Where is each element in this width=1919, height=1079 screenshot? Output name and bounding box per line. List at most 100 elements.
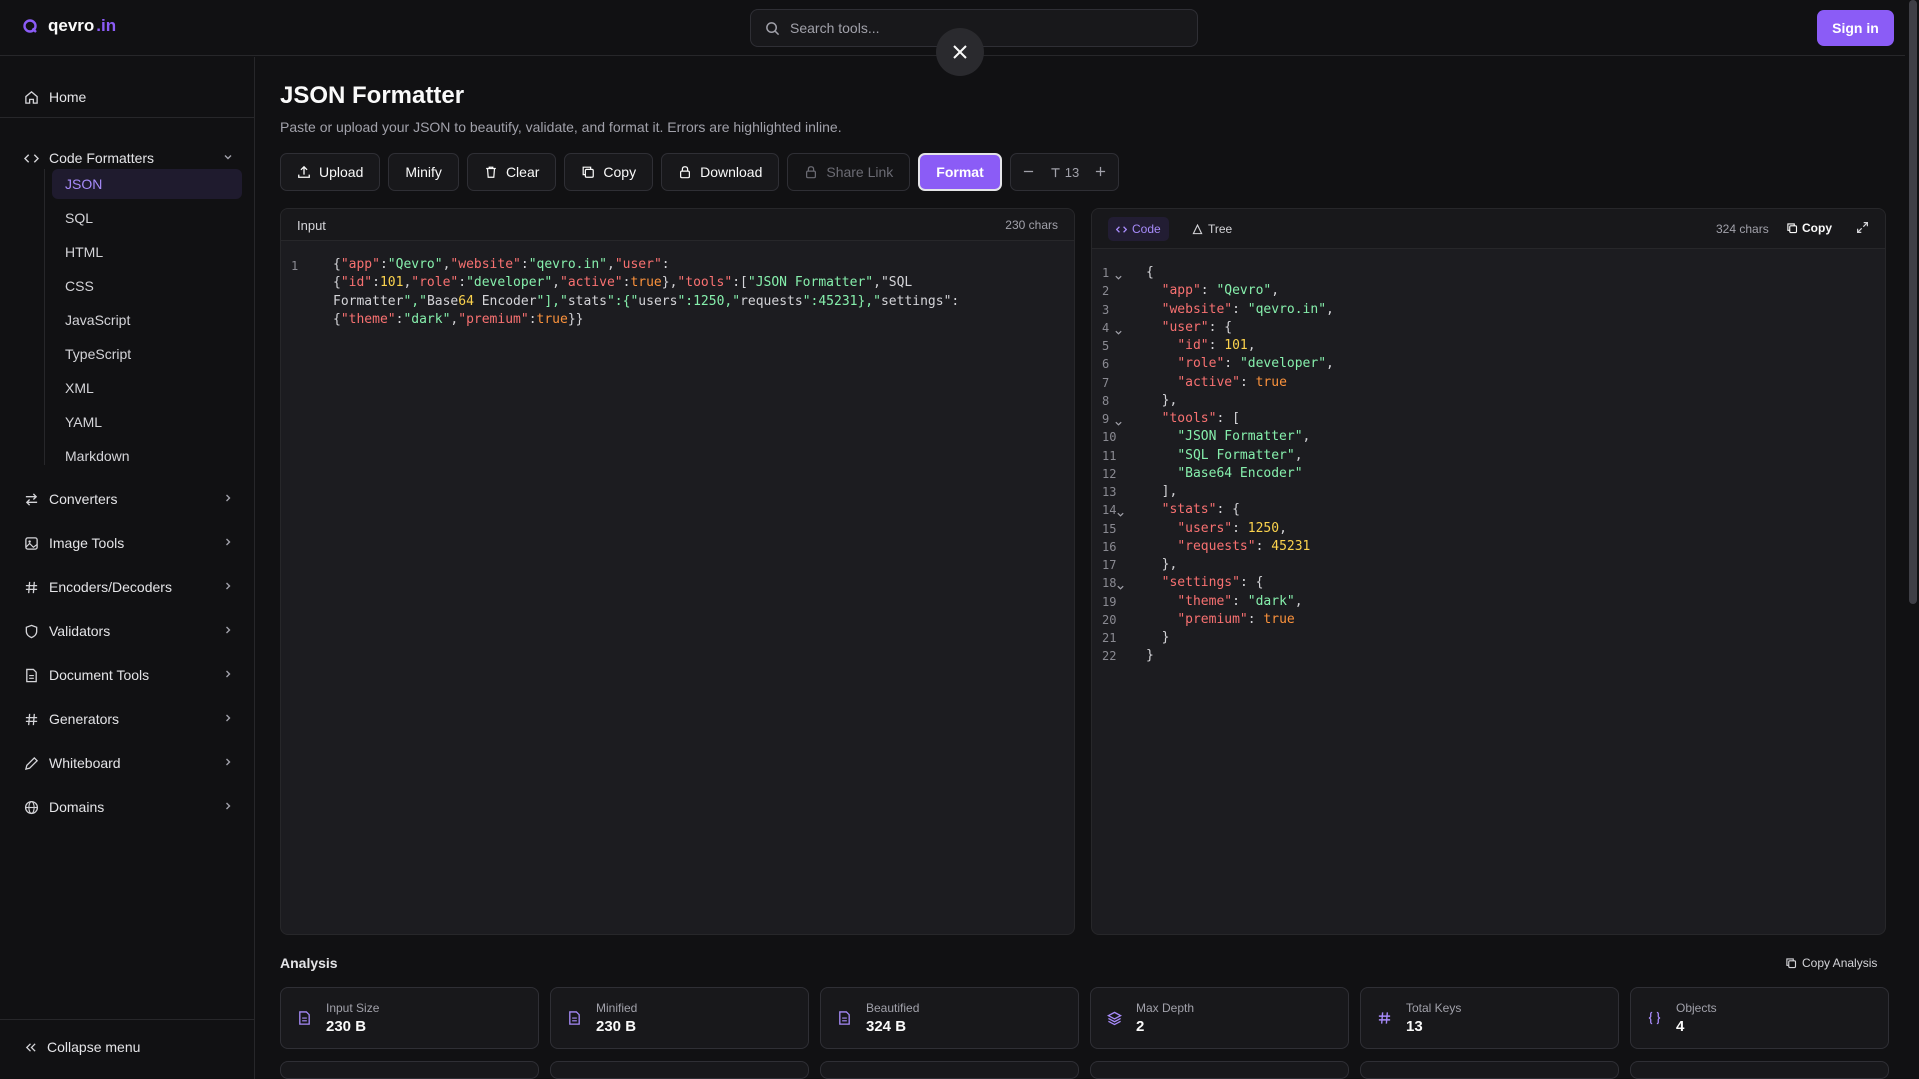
line-number: 3 — [1102, 302, 1110, 317]
line-number: 17 — [1102, 558, 1117, 572]
sidebar-subitem-html[interactable]: HTML — [52, 237, 242, 267]
fold-toggle-icon[interactable] — [1114, 269, 1123, 280]
sidebar-subitem-xml[interactable]: XML — [52, 373, 242, 403]
minify-label: Minify — [405, 164, 442, 180]
input-code-line: {"app":"Qevro","website":"qevro.in","use… — [333, 257, 670, 272]
download-button[interactable]: Download — [661, 153, 780, 191]
sidebar-item-home[interactable]: Home — [24, 85, 234, 109]
sidebar: Home Code Formatters JSON SQL HTML CSS J… — [0, 57, 255, 1079]
hash-icon — [25, 581, 38, 593]
output-code-line: "theme": "dark", — [1177, 593, 1303, 609]
output-viewer[interactable]: 1 {2 "app": "Qevro", 3 "website": "qevro.i… — [1092, 209, 1885, 934]
brand-name: qevro — [48, 16, 95, 35]
chevron-right-icon — [226, 802, 231, 810]
line-number: 11 — [1102, 448, 1117, 463]
collapse-menu-button[interactable]: Collapse menu — [24, 1039, 140, 1055]
stat-label: Beautified — [866, 1001, 920, 1015]
line-number: 16 — [1102, 539, 1117, 554]
fold-toggle-icon[interactable] — [1114, 324, 1123, 335]
sidebar-subitem-css[interactable]: CSS — [52, 271, 242, 301]
output-code-line: "premium": true — [1177, 611, 1295, 627]
output-code-line: "website": "qevro.in", — [1161, 301, 1334, 317]
sidebar-item-label: Generators — [49, 711, 120, 727]
sidebar-subitem-markdown[interactable]: Markdown — [52, 441, 242, 471]
upload-button[interactable]: Upload — [280, 153, 381, 191]
sidebar-subitem-javascript[interactable]: JavaScript — [52, 305, 242, 335]
decrease-font-button[interactable] — [1023, 165, 1034, 180]
sidebar-subitem-yaml[interactable]: YAML — [52, 407, 242, 437]
increase-font-button[interactable] — [1095, 165, 1106, 180]
input-editor[interactable]: {"app":"Qevro","website":"qevro.in","use… — [281, 209, 1074, 934]
fold-toggle-icon[interactable] — [1116, 579, 1125, 590]
page-description: Paste or upload your JSON to beautify, v… — [280, 119, 842, 135]
sidebar-item-label: Code Formatters — [49, 150, 155, 166]
output-code-line: }, — [1161, 392, 1178, 408]
sidebar-item-validators[interactable]: Validators — [24, 619, 234, 643]
sidebar-item-label: Whiteboard — [49, 755, 121, 771]
fold-toggle-icon[interactable] — [1116, 506, 1125, 517]
braces-icon — [1648, 1011, 1661, 1025]
sidebar-item-image-tools[interactable]: Image Tools — [24, 531, 234, 555]
plus-icon — [1096, 166, 1106, 176]
clear-button[interactable]: Clear — [466, 153, 557, 191]
sidebar-item-label: Encoders/Decoders — [49, 579, 172, 595]
line-number: 8 — [1102, 393, 1110, 408]
shield-icon — [25, 624, 38, 638]
share-link-label: Share Link — [826, 164, 894, 180]
page-scrollbar[interactable] — [1909, 0, 1917, 604]
format-label: Format — [936, 164, 984, 180]
search-input[interactable] — [790, 20, 1170, 36]
chevron-right-icon — [226, 582, 231, 590]
stat-card-partial — [1090, 1061, 1349, 1079]
line-number: 22 — [1102, 649, 1117, 664]
output-code-line: "settings": { — [1161, 575, 1264, 591]
line-number: 18 — [1102, 576, 1117, 591]
sidebar-item-code-formatters[interactable]: Code Formatters — [24, 146, 234, 170]
sidebar-subitem-typescript[interactable]: TypeScript — [52, 339, 242, 369]
sidebar-subitem-sql[interactable]: SQL — [52, 203, 242, 233]
output-code-line: { — [1146, 265, 1154, 280]
line-number: 6 — [1102, 357, 1110, 372]
input-code-line: {"theme":"dark","premium":true}} — [333, 311, 584, 327]
sidebar-item-encoders-decoders[interactable]: Encoders/Decoders — [24, 575, 234, 599]
line-number: 21 — [1102, 631, 1117, 645]
clear-label: Clear — [505, 164, 540, 180]
divider — [0, 1019, 255, 1020]
file-icon — [569, 1011, 580, 1025]
sidebar-item-document-tools[interactable]: Document Tools — [24, 663, 234, 687]
sidebar-item-generators[interactable]: Generators — [24, 707, 234, 731]
copy-button[interactable]: Copy — [564, 153, 654, 191]
file-icon — [839, 1011, 850, 1025]
stat-card-max-depth: Max Depth 2 — [1090, 987, 1349, 1049]
stat-label: Total Keys — [1406, 1001, 1462, 1015]
hash-icon — [25, 713, 38, 725]
sidebar-item-converters[interactable]: Converters — [24, 487, 234, 511]
copy-analysis-button[interactable]: Copy Analysis — [1785, 956, 1877, 970]
brand-logo[interactable]: qevro .in — [22, 16, 116, 36]
sidebar-item-label: Document Tools — [49, 667, 150, 683]
line-number: 5 — [1102, 339, 1110, 353]
sidebar-item-whiteboard[interactable]: Whiteboard — [24, 751, 234, 775]
stat-value: 13 — [1406, 1018, 1423, 1035]
close-icon — [953, 45, 967, 59]
stat-card-objects: Objects 4 — [1630, 987, 1889, 1049]
share-link-button[interactable]: Share Link — [787, 153, 911, 191]
stat-card-partial — [550, 1061, 809, 1079]
line-number: 14 — [1102, 503, 1117, 518]
analysis-title: Analysis — [280, 955, 338, 971]
format-button[interactable]: Format — [918, 153, 1002, 191]
line-number: 19 — [1102, 594, 1117, 609]
collapse-menu-label: Collapse menu — [47, 1039, 141, 1055]
sidebar-item-domains[interactable]: Domains — [24, 795, 234, 819]
close-search-button[interactable] — [936, 28, 984, 76]
sidebar-subitem-json[interactable]: JSON — [52, 169, 242, 199]
minify-button[interactable]: Minify — [388, 153, 459, 191]
line-number: 4 — [1102, 320, 1110, 335]
divider — [0, 117, 255, 118]
line-number: 20 — [1102, 612, 1117, 627]
line-number: 13 — [1102, 485, 1117, 499]
fold-toggle-icon[interactable] — [1114, 415, 1123, 426]
stat-value: 324 B — [866, 1018, 907, 1035]
input-panel: Input 230 chars 1 {"app":"Qevro","websit… — [280, 208, 1075, 935]
sign-in-button[interactable]: Sign in — [1817, 10, 1894, 46]
